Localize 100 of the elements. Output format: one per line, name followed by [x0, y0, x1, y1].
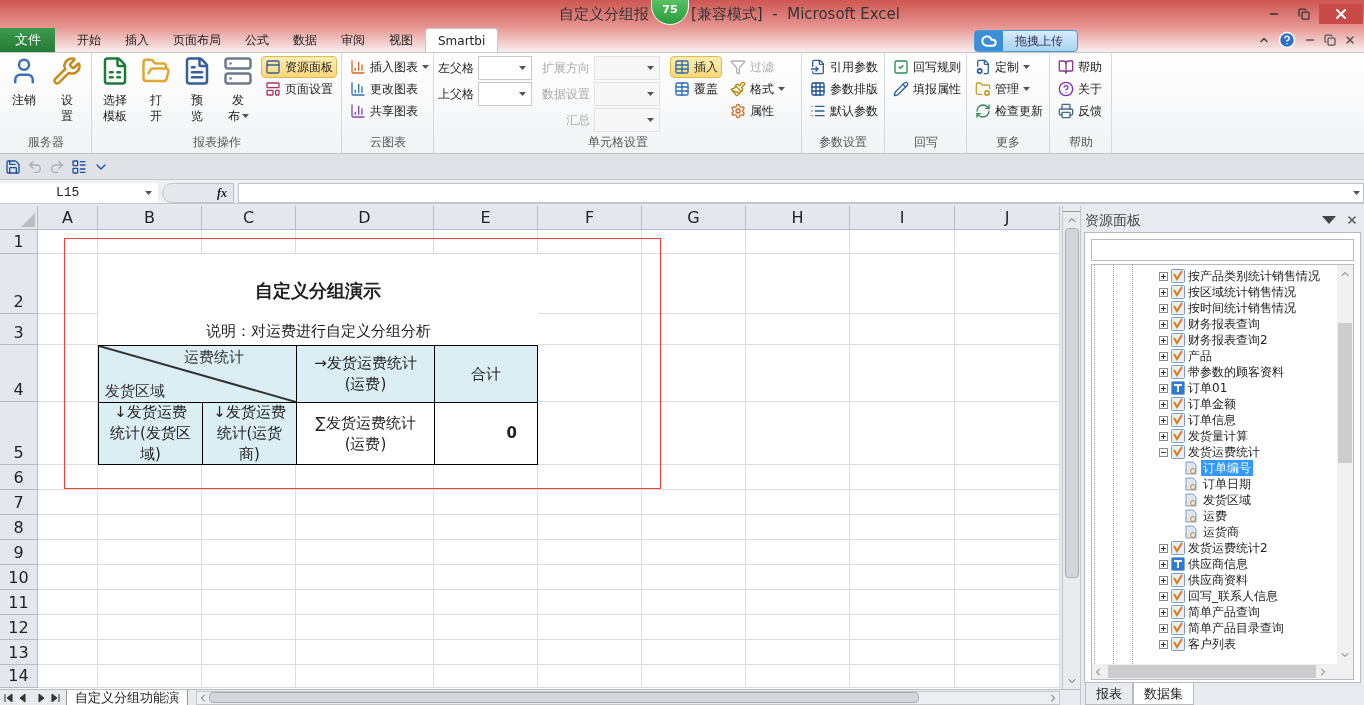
file-tab[interactable]: 文件: [0, 28, 55, 52]
dropdown-field[interactable]: [478, 56, 532, 80]
ribbon-button[interactable]: 页面设置: [261, 78, 337, 100]
expand-icon[interactable]: [1159, 543, 1168, 553]
ribbon-button[interactable]: 反馈: [1054, 100, 1106, 122]
expand-icon[interactable]: [1159, 431, 1168, 441]
ribbon-large-button[interactable]: 发 布: [219, 56, 257, 124]
expand-icon[interactable]: [1159, 559, 1168, 569]
row-header[interactable]: 8: [0, 515, 38, 540]
tree-item[interactable]: 运费: [1201, 508, 1229, 524]
expand-icon[interactable]: [1159, 623, 1168, 633]
expand-icon[interactable]: [1159, 575, 1168, 585]
search-field[interactable]: [1091, 239, 1354, 261]
ribbon-tab[interactable]: Smartbi: [425, 28, 499, 52]
ribbon-button[interactable]: 回写规则: [889, 56, 965, 78]
expand-icon[interactable]: [1159, 399, 1168, 409]
ribbon-button[interactable]: 参数排版: [806, 78, 882, 100]
ribbon-button[interactable]: 检查更新: [971, 100, 1047, 122]
tree-item[interactable]: 发货运费统计2: [1188, 540, 1268, 556]
column-header[interactable]: H: [746, 206, 850, 230]
dropdown-field[interactable]: [478, 82, 532, 106]
tree-item[interactable]: 发货量计算: [1188, 428, 1248, 444]
expand-icon[interactable]: [1159, 415, 1168, 425]
restore-icon[interactable]: [1324, 34, 1336, 46]
close-icon[interactable]: [1346, 214, 1358, 226]
ribbon-button[interactable]: 引用参数: [806, 56, 882, 78]
row-header[interactable]: 1: [0, 230, 38, 254]
upload-button[interactable]: 拖拽上传: [974, 30, 1078, 52]
tree-item[interactable]: 简单产品目录查询: [1188, 620, 1284, 636]
ribbon-button[interactable]: 默认参数: [806, 100, 882, 122]
expand-icon[interactable]: [1159, 591, 1168, 601]
ribbon-large-button[interactable]: 注销: [4, 56, 44, 108]
column-header[interactable]: F: [538, 206, 642, 230]
row-header[interactable]: 5: [0, 402, 38, 465]
tree-item[interactable]: 运货商: [1201, 524, 1241, 540]
tree-item[interactable]: 财务报表查询2: [1188, 332, 1268, 348]
tree-item[interactable]: 供应商资料: [1188, 572, 1248, 588]
collapse-icon[interactable]: [1159, 447, 1168, 457]
panel-menu-icon[interactable]: [1322, 216, 1336, 224]
close-button[interactable]: [1319, 4, 1363, 24]
tree-item[interactable]: 简单产品查询: [1188, 604, 1260, 620]
tree-item[interactable]: 回写_联系人信息: [1188, 588, 1278, 604]
tree-item[interactable]: 按时间统计销售情况: [1188, 300, 1296, 316]
tree-item[interactable]: 发货区域: [1201, 492, 1253, 508]
scrollbar-thumb[interactable]: [1108, 665, 1316, 678]
column-header[interactable]: I: [850, 206, 955, 230]
tree-item[interactable]: 财务报表查询: [1188, 316, 1260, 332]
ribbon-tab[interactable]: 视图: [377, 28, 425, 52]
row-header[interactable]: 3: [0, 314, 38, 345]
horizontal-scrollbar[interactable]: [1092, 664, 1353, 679]
row-header[interactable]: 9: [0, 540, 38, 565]
save-icon[interactable]: [5, 158, 21, 175]
function-button[interactable]: fx: [217, 183, 227, 202]
ribbon-button[interactable]: 资源面板: [261, 56, 337, 78]
row-header[interactable]: 11: [0, 590, 38, 615]
vertical-scrollbar[interactable]: [1062, 206, 1080, 689]
ribbon-tab[interactable]: 数据: [281, 28, 329, 52]
ribbon-large-button[interactable]: 设 置: [47, 56, 87, 124]
column-header[interactable]: D: [296, 206, 434, 230]
scrollbar-thumb[interactable]: [1338, 323, 1352, 463]
ribbon-button[interactable]: 填报属性: [889, 78, 965, 100]
tree-item[interactable]: 按产品类别统计销售情况: [1188, 268, 1320, 284]
column-header[interactable]: B: [98, 206, 202, 230]
formula-field[interactable]: [238, 182, 1364, 203]
expand-icon[interactable]: [1159, 351, 1168, 361]
tree-item[interactable]: 发货运费统计: [1188, 444, 1260, 460]
expand-icon[interactable]: [1159, 367, 1168, 377]
column-header[interactable]: E: [434, 206, 538, 230]
horizontal-scrollbar[interactable]: [196, 690, 1060, 705]
row-header[interactable]: 6: [0, 465, 38, 490]
ribbon-button[interactable]: 插入: [670, 56, 722, 78]
panel-tab[interactable]: 数据集: [1133, 683, 1194, 705]
ribbon-large-button[interactable]: 预 览: [178, 56, 216, 124]
column-header[interactable]: C: [202, 206, 296, 230]
tree-item[interactable]: 订单金额: [1188, 396, 1236, 412]
panel-tab[interactable]: 报表: [1085, 683, 1133, 705]
row-header[interactable]: 4: [0, 345, 38, 402]
close-icon[interactable]: [1344, 34, 1356, 46]
sheet-navigation-icon[interactable]: [4, 692, 60, 703]
ribbon-button[interactable]: 管理: [971, 78, 1047, 100]
expand-icon[interactable]: [1159, 319, 1168, 329]
ribbon-tab[interactable]: 插入: [113, 28, 161, 52]
tree-item[interactable]: 订单信息: [1188, 412, 1236, 428]
help-icon[interactable]: [1278, 31, 1296, 49]
tree-item[interactable]: 产品: [1188, 348, 1212, 364]
ribbon-button[interactable]: 定制: [971, 56, 1047, 78]
ribbon-button[interactable]: 关于: [1054, 78, 1106, 100]
ribbon-button[interactable]: 属性: [726, 100, 789, 122]
row-header[interactable]: 13: [0, 640, 38, 665]
ribbon-button[interactable]: 更改图表: [346, 78, 433, 100]
expand-icon[interactable]: [1159, 303, 1168, 313]
ribbon-tab[interactable]: 页面布局: [161, 28, 233, 52]
ribbon-button[interactable]: 插入图表: [346, 56, 433, 78]
row-header[interactable]: 10: [0, 565, 38, 590]
row-header[interactable]: 14: [0, 665, 38, 688]
ribbon-button[interactable]: 格式: [726, 78, 789, 100]
scrollbar-thumb[interactable]: [209, 692, 919, 703]
expand-icon[interactable]: [1159, 287, 1168, 297]
expand-icon[interactable]: [1159, 639, 1168, 649]
ribbon-large-button[interactable]: 选择 模板: [96, 56, 134, 124]
